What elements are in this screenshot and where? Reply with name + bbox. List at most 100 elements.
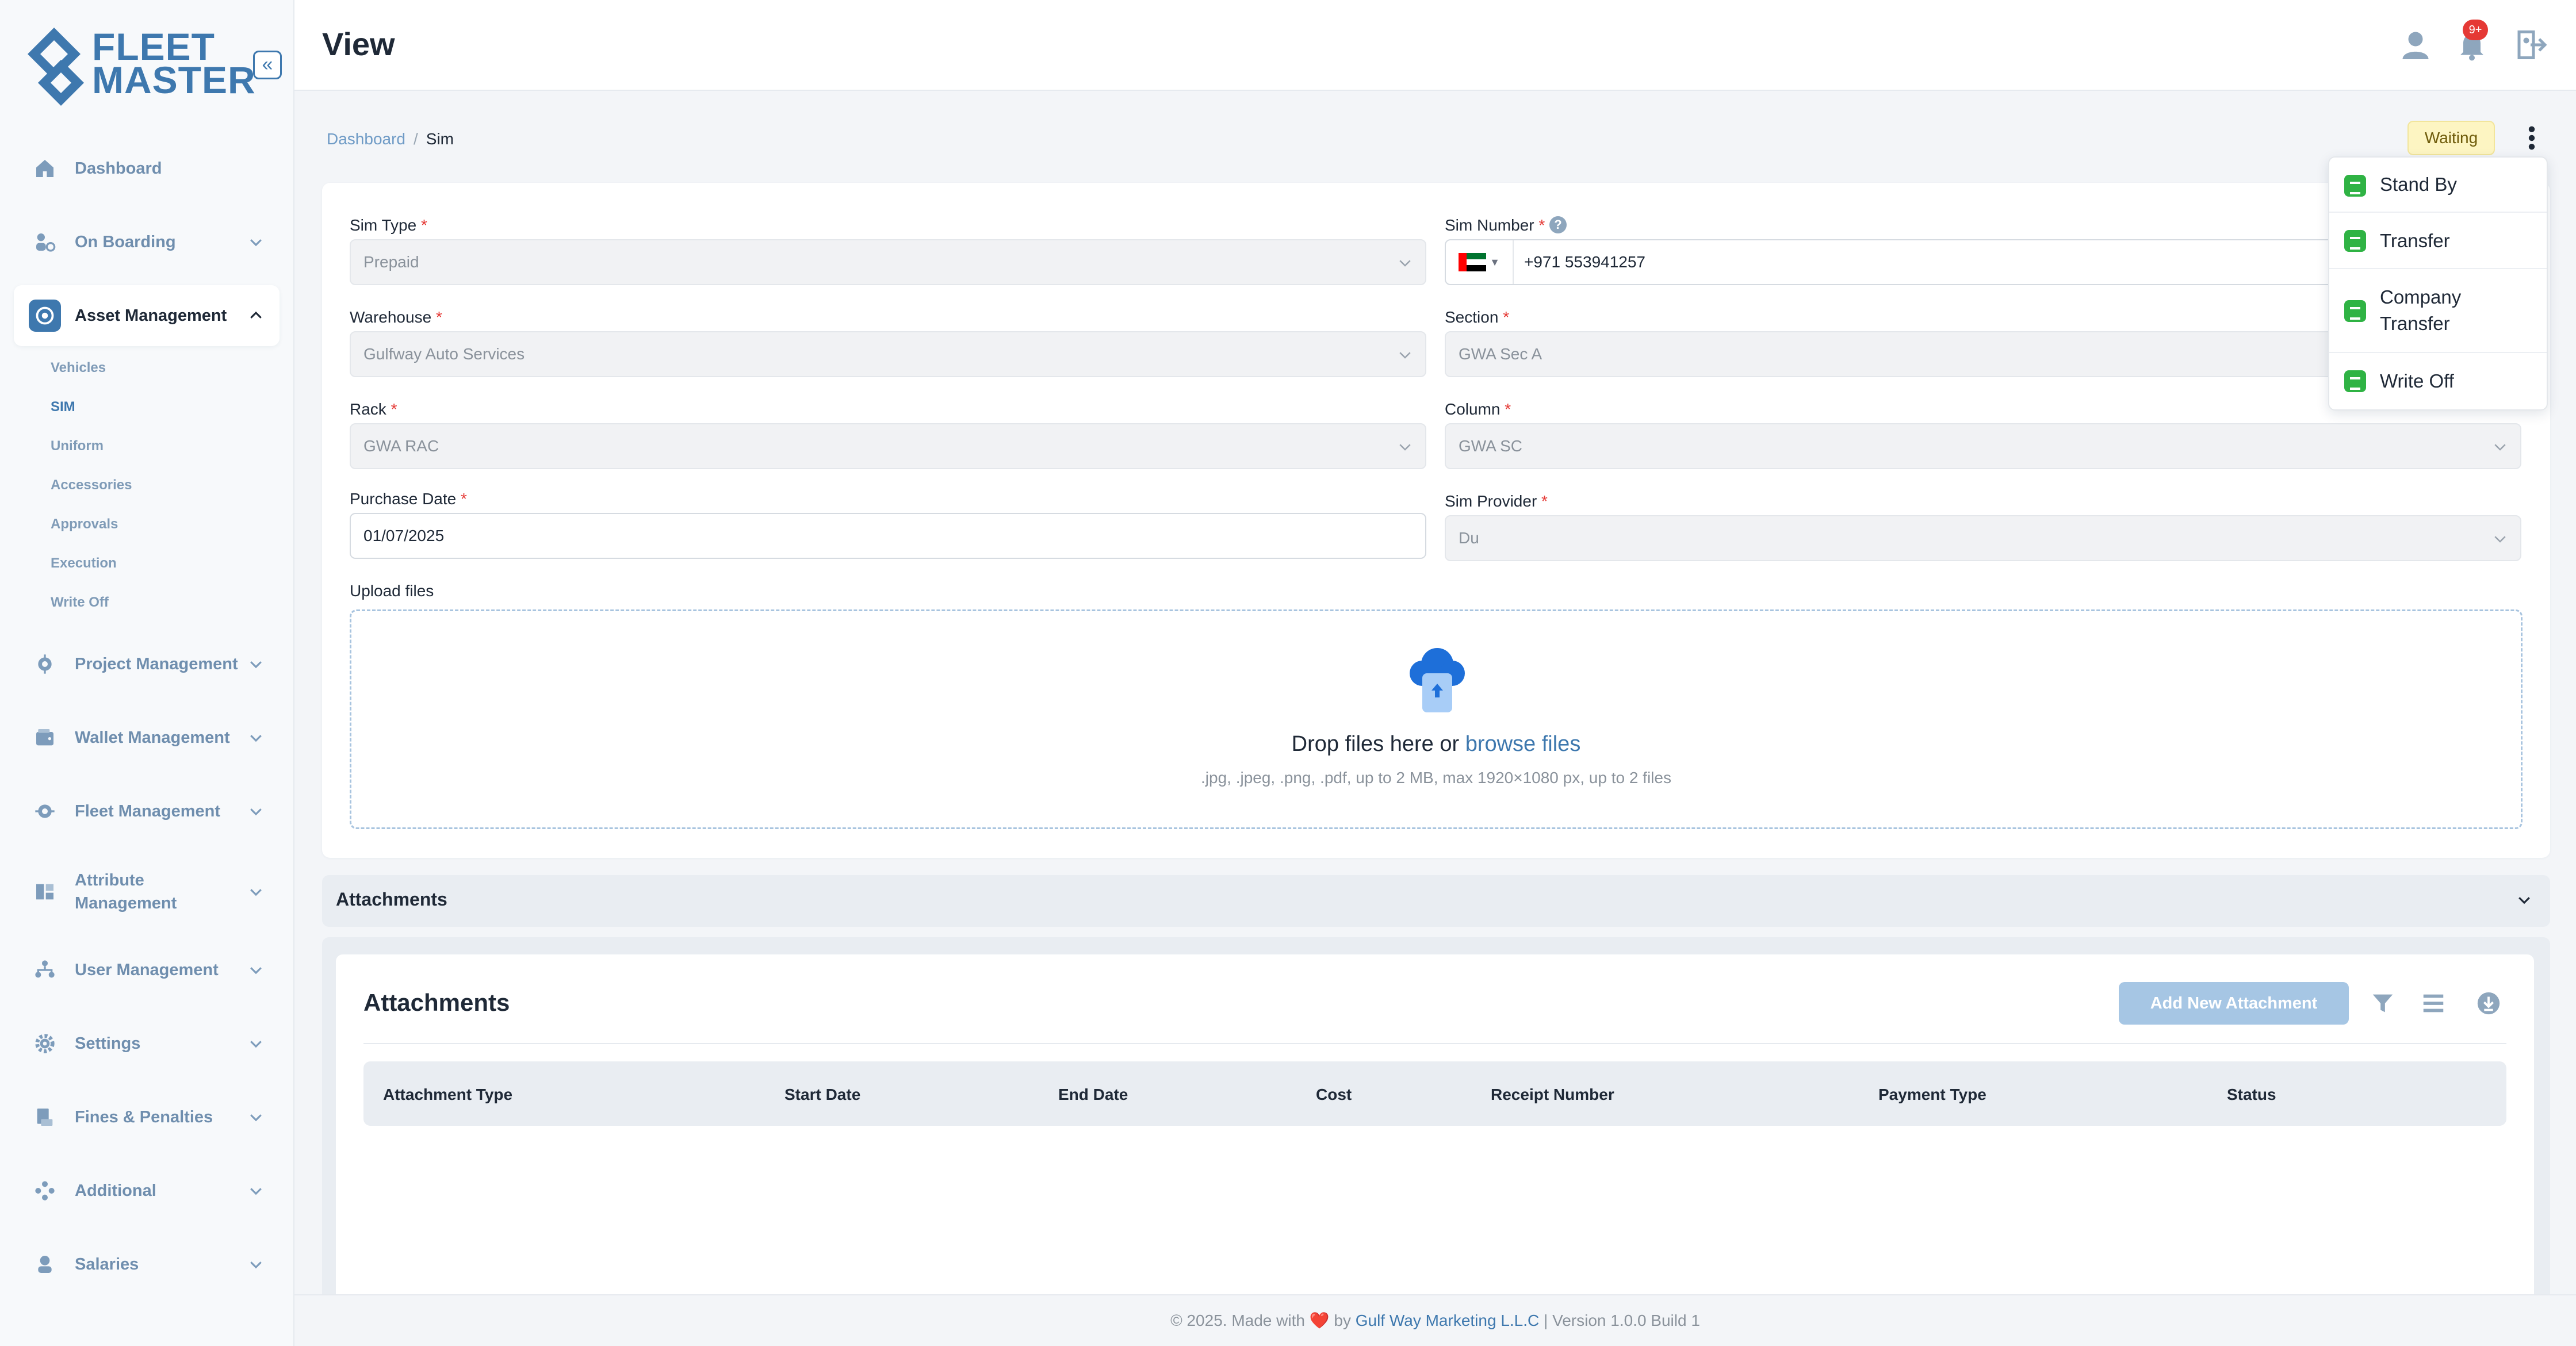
column-header-end-date[interactable]: End Date (1058, 1086, 1128, 1104)
sidebar-item-label: Project Management (75, 655, 238, 673)
users-icon (29, 954, 61, 986)
sidebar-item-fleet-management[interactable]: Fleet Management (14, 781, 280, 842)
column-header-start-date[interactable]: Start Date (784, 1086, 860, 1104)
chevron-down-icon (250, 239, 262, 247)
sidebar-item-label: Asset Management (75, 306, 227, 325)
sidebar-item-settings[interactable]: Settings (14, 1013, 280, 1074)
sidebar-item-dashboard[interactable]: Dashboard (14, 138, 280, 199)
breadcrumb-dashboard-link[interactable]: Dashboard (327, 130, 405, 148)
column-label: Column * (1445, 400, 1511, 419)
breadcrumb-separator: / (413, 130, 418, 148)
fleet-icon (29, 795, 61, 827)
cloud-upload-icon (1410, 648, 1465, 712)
attachments-accordion[interactable]: Attachments (322, 875, 2550, 927)
sidebar-item-attribute-management[interactable]: Attribute Management (14, 861, 280, 922)
sim-provider-select[interactable]: Du (1445, 515, 2521, 561)
home-icon (29, 152, 61, 185)
menu-item-label: Stand By (2380, 174, 2457, 195)
menu-item-label: Company Transfer (2380, 286, 2462, 334)
download-icon[interactable] (2475, 990, 2502, 1017)
chevron-down-icon (250, 1188, 262, 1195)
rack-value: GWA RAC (363, 437, 439, 455)
wallet-icon (29, 722, 61, 754)
fleet-master-logo[interactable]: FLEET MASTER (25, 25, 255, 106)
sidebar-subitem-approvals[interactable]: Approvals (51, 516, 118, 532)
column-header-cost[interactable]: Cost (1316, 1086, 1352, 1104)
chevron-down-icon (2494, 536, 2506, 543)
menu-item-company-transfer[interactable]: Company Transfer (2329, 269, 2547, 353)
chevron-down-icon (1399, 352, 1411, 359)
required-mark: * (1505, 400, 1511, 418)
menu-item-transfer[interactable]: Transfer (2329, 213, 2547, 269)
chevron-down-icon (250, 1114, 262, 1122)
column-header-attachment-type[interactable]: Attachment Type (383, 1086, 512, 1104)
chevron-down-icon (250, 967, 262, 975)
chevron-down-icon (1399, 444, 1411, 451)
column-select[interactable]: GWA SC (1445, 423, 2521, 469)
logo-line-2: MASTER (92, 59, 256, 101)
country-code-select[interactable]: ▼ (1446, 240, 1514, 284)
sidebar-subitem-execution[interactable]: Execution (51, 555, 117, 572)
columns-list-icon[interactable] (2420, 990, 2447, 1017)
sidebar-item-user-management[interactable]: User Management (14, 939, 280, 1000)
add-new-attachment-button[interactable]: Add New Attachment (2119, 982, 2349, 1025)
purchase-date-label: Purchase Date * (350, 490, 467, 508)
rack-select[interactable]: GWA RAC (350, 423, 1426, 469)
chevron-down-icon (250, 1041, 262, 1048)
file-dropzone[interactable]: Drop files here or browse files .jpg, .j… (350, 609, 2523, 829)
footer-company-link[interactable]: Gulf Way Marketing L.L.C (1356, 1312, 1540, 1329)
sim-type-select[interactable]: Prepaid (350, 239, 1426, 285)
upload-hint: .jpg, .jpeg, .png, .pdf, up to 2 MB, max… (1201, 769, 1671, 787)
onboarding-icon (29, 226, 61, 258)
sidebar-item-asset-management[interactable]: Asset Management (14, 285, 280, 346)
status-badge[interactable]: Waiting (2407, 121, 2495, 155)
browse-files-link[interactable]: browse files (1465, 732, 1581, 756)
user-profile-icon[interactable] (2398, 28, 2433, 62)
section-label-text: Section (1445, 308, 1499, 326)
sidebar-item-label: User Management (75, 961, 219, 979)
more-options-icon[interactable] (2521, 123, 2542, 153)
upload-files-label: Upload files (350, 582, 434, 600)
footer-copyright: © 2025. Made with (1170, 1312, 1305, 1329)
filter-icon[interactable] (2370, 990, 2396, 1017)
collapse-sidebar-button[interactable]: « (253, 51, 282, 79)
column-header-receipt-number[interactable]: Receipt Number (1491, 1086, 1614, 1104)
purchase-date-value: 01/07/2025 (363, 527, 445, 544)
chevron-down-icon (1399, 260, 1411, 267)
breadcrumb-current: Sim (426, 130, 454, 148)
menu-item-label: Transfer (2380, 230, 2450, 251)
menu-item-write-off[interactable]: Write Off (2329, 353, 2547, 409)
help-icon[interactable]: ? (1549, 216, 1567, 233)
sidebar-item-salaries[interactable]: Salaries (14, 1234, 280, 1295)
menu-item-stand-by[interactable]: Stand By (2329, 158, 2547, 213)
sim-number-label-text: Sim Number (1445, 216, 1534, 234)
purchase-date-input[interactable]: 01/07/2025 (350, 513, 1426, 559)
asset-icon (29, 300, 61, 332)
sidebar-item-label: Wallet Management (75, 728, 230, 747)
attachments-title: Attachments (363, 989, 510, 1016)
sidebar-item-project-management[interactable]: Project Management (14, 634, 280, 695)
sidebar-item-label: Attribute Management (75, 871, 177, 912)
sidebar: FLEET MASTER « Dashboard On Boarding Ass… (0, 0, 294, 1346)
double-chevron-left-icon: « (262, 53, 273, 75)
section-label: Section * (1445, 308, 1509, 327)
sidebar-subitem-write-off[interactable]: Write Off (51, 595, 109, 611)
sidebar-item-wallet-management[interactable]: Wallet Management (14, 707, 280, 768)
sidebar-subitem-sim[interactable]: SIM (51, 399, 75, 415)
sidebar-item-fines-penalties[interactable]: Fines & Penalties (14, 1087, 280, 1148)
transfer-icon (2344, 230, 2366, 252)
warehouse-select[interactable]: Gulfway Auto Services (350, 331, 1426, 377)
chevron-up-icon (250, 311, 262, 319)
footer: © 2025. Made with ❤️ by Gulf Way Marketi… (294, 1294, 2576, 1346)
sidebar-item-additional[interactable]: Additional (14, 1160, 280, 1221)
column-label-text: Column (1445, 400, 1501, 418)
sidebar-subitem-uniform[interactable]: Uniform (51, 438, 104, 454)
column-header-status[interactable]: Status (2227, 1086, 2276, 1104)
sidebar-subitem-vehicles[interactable]: Vehicles (51, 360, 106, 376)
logout-icon[interactable] (2513, 28, 2548, 62)
sidebar-item-on-boarding[interactable]: On Boarding (14, 212, 280, 273)
sidebar-subitem-accessories[interactable]: Accessories (51, 477, 132, 493)
chevron-down-icon (250, 661, 262, 669)
column-header-payment-type[interactable]: Payment Type (1878, 1086, 1986, 1104)
warehouse-label-text: Warehouse (350, 308, 432, 326)
